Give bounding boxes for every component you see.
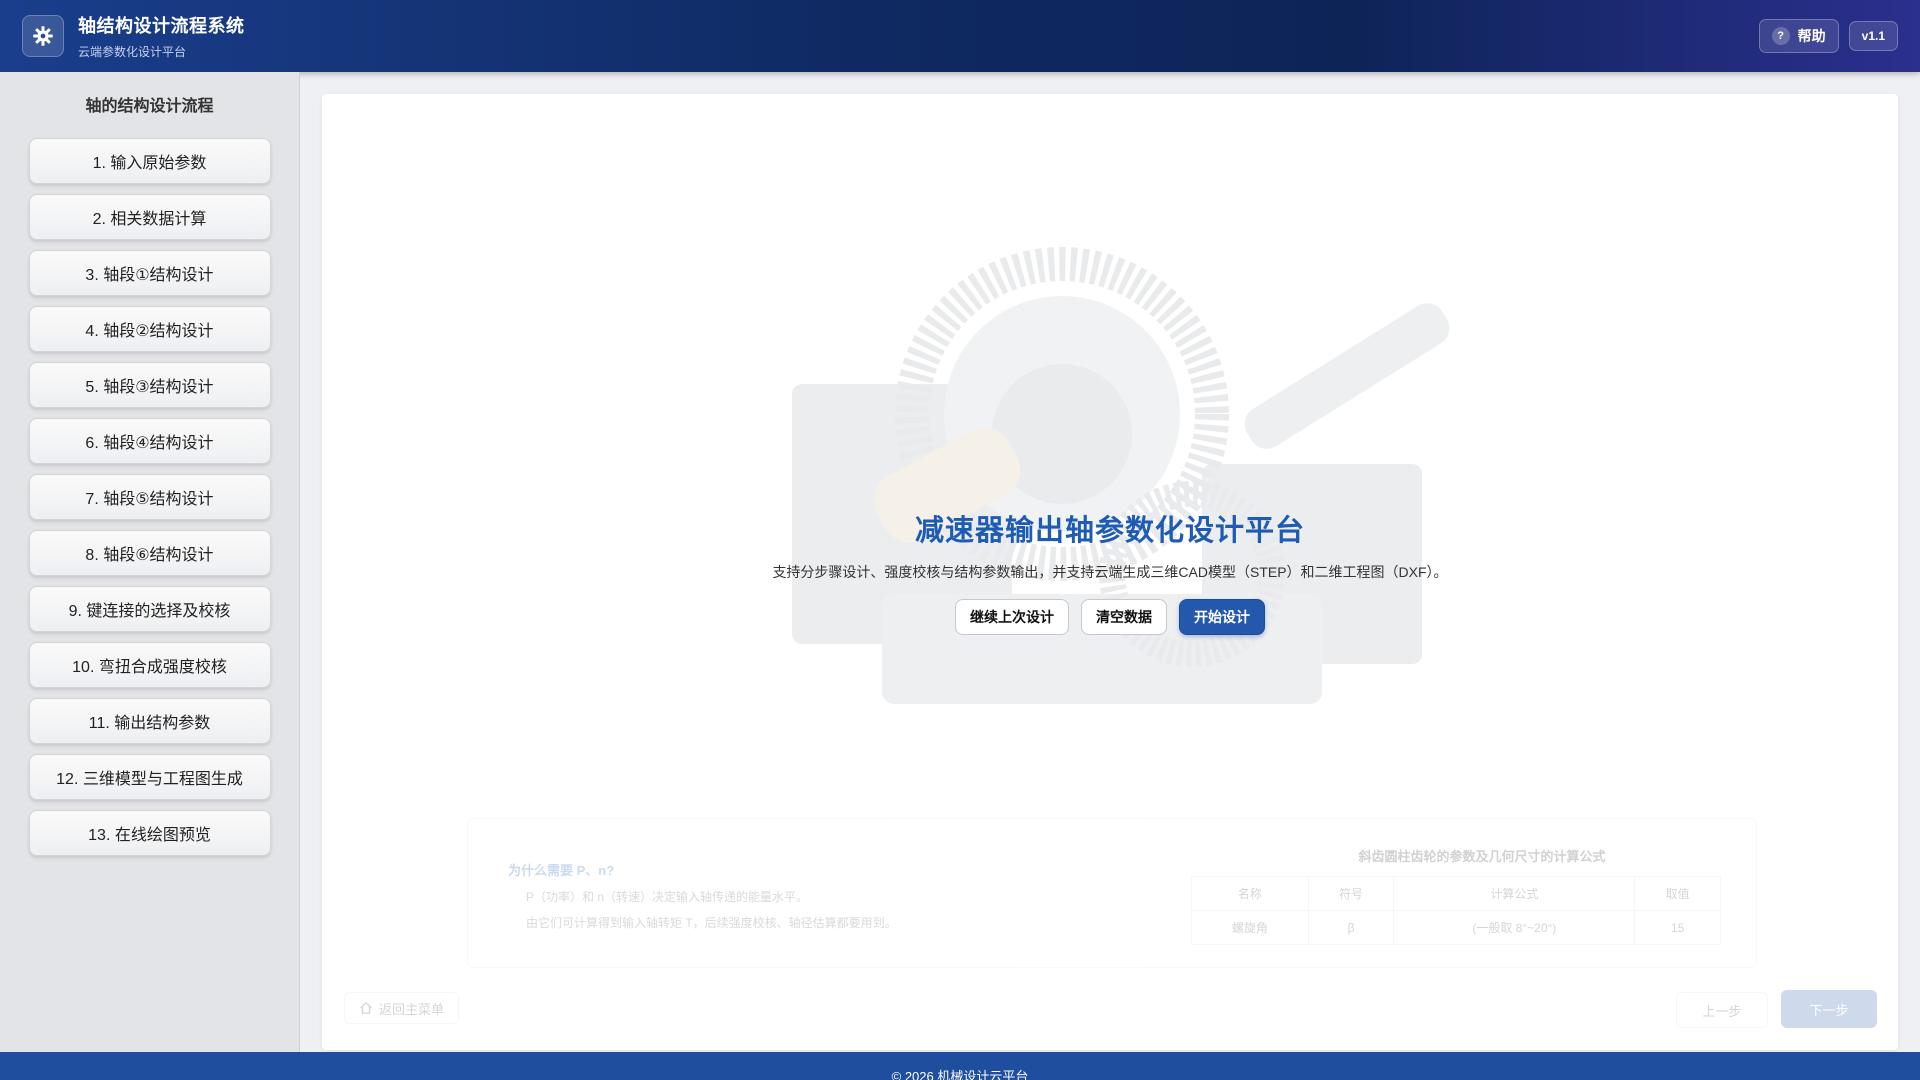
sidebar-item-step-9[interactable]: 9. 键连接的选择及校核 [28, 586, 271, 632]
app-subtitle: 云端参数化设计平台 [78, 45, 187, 59]
help-label: 帮助 [1797, 28, 1826, 44]
sidebar-item-step-7[interactable]: 7. 轴段⑤结构设计 [28, 474, 271, 520]
gearbox-illustration [792, 247, 1450, 704]
back-to-menu-button[interactable]: 返回主菜单 [344, 992, 460, 1024]
formula-table-title: 斜齿圆柱齿轮的参数及几何尺寸的计算公式 [1358, 849, 1606, 864]
header-actions: ? 帮助 v1.1 [1758, 19, 1898, 53]
table-cell: (一般取 8°~20°) [1393, 910, 1636, 945]
help-button[interactable]: ? 帮助 [1758, 19, 1839, 53]
step-list: 1. 输入原始参数 2. 相关数据计算 3. 轴段①结构设计 4. 轴段②结构设… [0, 138, 299, 856]
main-content: 为什么需要 P、n? P（功率）和 n（转速）决定输入轴传递的能量水平。 由它们… [322, 94, 1898, 1050]
app-title: 轴结构设计流程系统 [78, 16, 245, 36]
table-cell: 螺旋角 [1191, 910, 1309, 945]
table-header-cell: 取值 [1634, 876, 1721, 911]
hero-title: 减速器输出轴参数化设计平台 [914, 515, 1305, 547]
why-title: 为什么需要 P、n? [508, 863, 615, 878]
table-row: 螺旋角 β (一般取 8°~20°) 15 [1191, 910, 1721, 945]
sidebar-title: 轴的结构设计流程 [85, 98, 214, 115]
table-header-row: 名称 符号 计算公式 取值 [1191, 876, 1721, 911]
question-icon: ? [1771, 27, 1790, 45]
hero-subtitle: 支持分步骤设计、强度校核与结构参数输出，并支持云端生成三维CAD模型（STEP）… [772, 564, 1448, 580]
sidebar: 轴的结构设计流程 1. 输入原始参数 2. 相关数据计算 3. 轴段①结构设计 … [0, 72, 300, 1052]
brand: 轴结构设计流程系统 云端参数化设计平台 [78, 12, 245, 60]
app-logo [22, 15, 64, 57]
home-icon [360, 1001, 372, 1014]
table-header-cell: 计算公式 [1393, 876, 1636, 911]
sidebar-item-step-10[interactable]: 10. 弯扭合成强度校核 [28, 642, 271, 688]
footer: © 2026 机械设计云平台 [0, 1052, 1920, 1080]
next-step-button[interactable]: 下一步 [1781, 990, 1877, 1028]
sidebar-item-step-4[interactable]: 4. 轴段②结构设计 [28, 306, 271, 352]
gear-icon [33, 26, 53, 46]
app-header: 轴结构设计流程系统 云端参数化设计平台 ? 帮助 v1.1 [0, 0, 1920, 72]
sidebar-item-step-1[interactable]: 1. 输入原始参数 [28, 138, 271, 184]
start-design-button[interactable]: 开始设计 [1179, 599, 1265, 635]
table-cell: β [1307, 910, 1395, 945]
version-badge[interactable]: v1.1 [1848, 21, 1898, 51]
why-line-1: P（功率）和 n（转速）决定输入轴传递的能量水平。 [526, 890, 809, 904]
sidebar-item-step-3[interactable]: 3. 轴段①结构设计 [28, 250, 271, 296]
value-input[interactable]: 15 [1634, 910, 1721, 945]
clear-data-button[interactable]: 清空数据 [1081, 599, 1167, 635]
sidebar-item-step-2[interactable]: 2. 相关数据计算 [28, 194, 271, 240]
hero-actions: 继续上次设计 清空数据 开始设计 [322, 599, 1898, 635]
sidebar-item-step-12[interactable]: 12. 三维模型与工程图生成 [28, 754, 271, 800]
formula-table: 名称 符号 计算公式 取值 螺旋角 β (一般取 8°~20°) 15 [1191, 876, 1721, 945]
why-line-2: 由它们可计算得到输入轴转矩 T，后续强度校核、轴径估算都要用到。 [526, 916, 897, 930]
table-header-cell: 符号 [1307, 876, 1395, 911]
footer-copyright: © 2026 机械设计云平台 [891, 1069, 1029, 1080]
info-panel [467, 818, 1757, 968]
sidebar-item-step-13[interactable]: 13. 在线绘图预览 [28, 810, 271, 856]
back-label: 返回主菜单 [379, 1001, 445, 1017]
sidebar-item-step-5[interactable]: 5. 轴段③结构设计 [28, 362, 271, 408]
continue-design-button[interactable]: 继续上次设计 [955, 599, 1069, 635]
table-header-cell: 名称 [1191, 876, 1309, 911]
sidebar-item-step-6[interactable]: 6. 轴段④结构设计 [28, 418, 271, 464]
sidebar-item-step-8[interactable]: 8. 轴段⑥结构设计 [28, 530, 271, 576]
prev-step-button[interactable]: 上一步 [1676, 992, 1768, 1028]
sidebar-item-step-11[interactable]: 11. 输出结构参数 [28, 698, 271, 744]
